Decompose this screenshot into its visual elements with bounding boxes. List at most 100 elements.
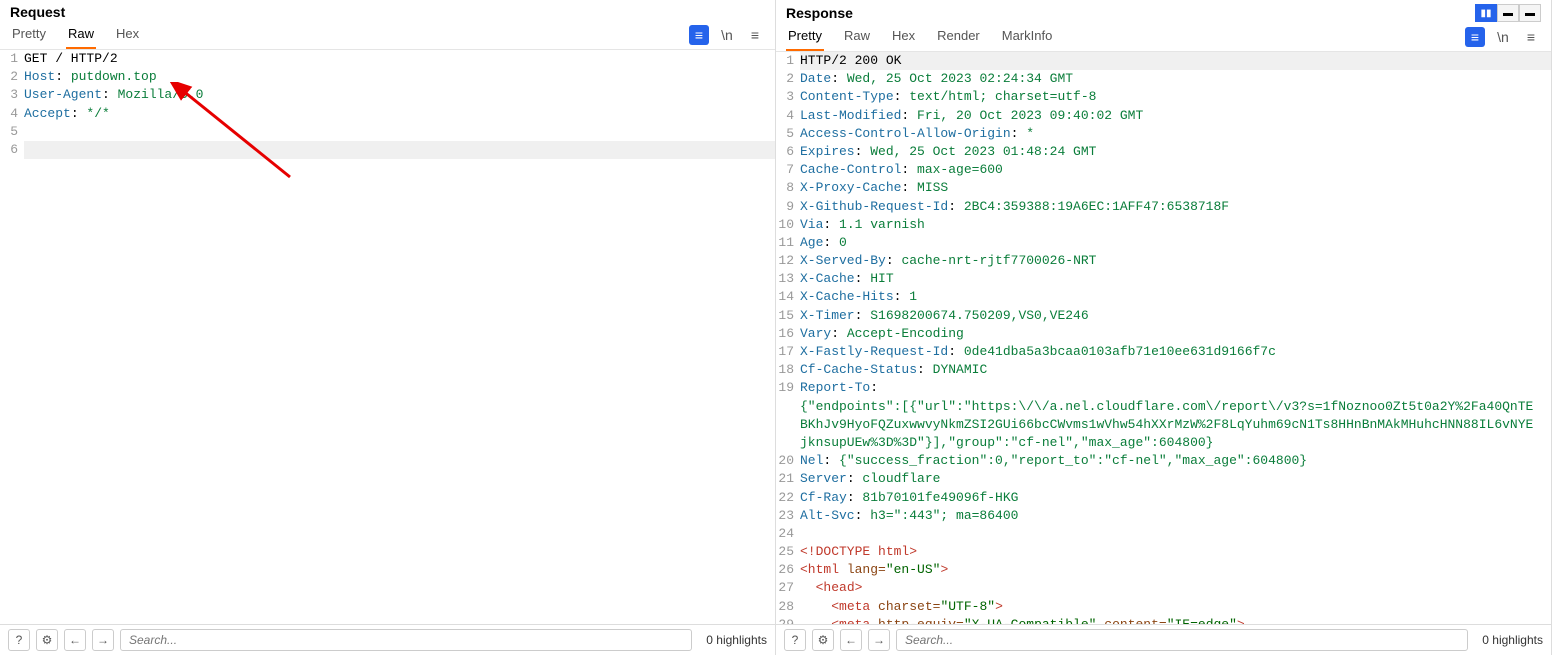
view-right-button[interactable]: ▬ [1519, 4, 1541, 22]
pretty-print-icon[interactable]: ≡ [689, 25, 709, 45]
line-content[interactable]: Host: putdown.top [24, 68, 775, 86]
line-content[interactable]: Cf-Cache-Status: DYNAMIC [800, 361, 1551, 379]
editor-line[interactable]: 5 [0, 123, 775, 141]
gear-icon[interactable]: ⚙ [812, 629, 834, 651]
line-content[interactable]: Vary: Accept-Encoding [800, 325, 1551, 343]
request-editor[interactable]: 1GET / HTTP/22Host: putdown.top3User-Age… [0, 50, 775, 624]
editor-line[interactable]: 4Last-Modified: Fri, 20 Oct 2023 09:40:0… [776, 107, 1551, 125]
editor-line[interactable]: 26<html lang="en-US"> [776, 561, 1551, 579]
editor-line[interactable]: 15X-Timer: S1698200674.750209,VS0,VE246 [776, 307, 1551, 325]
hamburger-icon[interactable]: ≡ [745, 25, 765, 45]
editor-line[interactable]: 5Access-Control-Allow-Origin: * [776, 125, 1551, 143]
editor-line[interactable]: 29 <meta http-equiv="X-UA-Compatible" co… [776, 616, 1551, 624]
line-content[interactable]: Last-Modified: Fri, 20 Oct 2023 09:40:02… [800, 107, 1551, 125]
left-arrow-icon[interactable]: ← [64, 629, 86, 651]
editor-line[interactable]: 19Report-To: [776, 379, 1551, 397]
line-content[interactable]: X-Timer: S1698200674.750209,VS0,VE246 [800, 307, 1551, 325]
line-content[interactable]: Cache-Control: max-age=600 [800, 161, 1551, 179]
editor-line[interactable]: 11Age: 0 [776, 234, 1551, 252]
editor-line[interactable]: 3Content-Type: text/html; charset=utf-8 [776, 88, 1551, 106]
line-content[interactable]: X-Cache: HIT [800, 270, 1551, 288]
line-content[interactable] [24, 141, 775, 159]
request-search-input[interactable] [120, 629, 692, 651]
request-tab-pretty[interactable]: Pretty [10, 20, 48, 49]
editor-line[interactable]: 1GET / HTTP/2 [0, 50, 775, 68]
editor-line[interactable]: 23Alt-Svc: h3=":443"; ma=86400 [776, 507, 1551, 525]
line-content[interactable]: X-Github-Request-Id: 2BC4:359388:19A6EC:… [800, 198, 1551, 216]
editor-line[interactable]: 21Server: cloudflare [776, 470, 1551, 488]
line-content[interactable]: Cf-Ray: 81b70101fe49096f-HKG [800, 489, 1551, 507]
editor-line[interactable]: 22Cf-Ray: 81b70101fe49096f-HKG [776, 489, 1551, 507]
editor-line[interactable]: 17X-Fastly-Request-Id: 0de41dba5a3bcaa01… [776, 343, 1551, 361]
response-search-input[interactable] [896, 629, 1468, 651]
editor-line[interactable]: 9X-Github-Request-Id: 2BC4:359388:19A6EC… [776, 198, 1551, 216]
right-arrow-icon[interactable]: → [868, 629, 890, 651]
line-content[interactable]: GET / HTTP/2 [24, 50, 775, 68]
editor-line[interactable]: 18Cf-Cache-Status: DYNAMIC [776, 361, 1551, 379]
line-content[interactable]: X-Cache-Hits: 1 [800, 288, 1551, 306]
newline-toggle-icon[interactable]: \n [1493, 27, 1513, 47]
editor-line[interactable]: 6Expires: Wed, 25 Oct 2023 01:48:24 GMT [776, 143, 1551, 161]
line-content[interactable]: {"endpoints":[{"url":"https:\/\/a.nel.cl… [800, 398, 1551, 453]
line-content[interactable]: Access-Control-Allow-Origin: * [800, 125, 1551, 143]
response-tab-raw[interactable]: Raw [842, 22, 872, 51]
editor-line[interactable]: 3User-Agent: Mozilla/5.0 [0, 86, 775, 104]
line-content[interactable]: Date: Wed, 25 Oct 2023 02:24:34 GMT [800, 70, 1551, 88]
line-content[interactable]: <head> [800, 579, 1551, 597]
editor-line[interactable]: 12X-Served-By: cache-nrt-rjtf7700026-NRT [776, 252, 1551, 270]
editor-line[interactable]: 14X-Cache-Hits: 1 [776, 288, 1551, 306]
line-content[interactable] [800, 525, 1551, 543]
editor-line[interactable]: 25<!DOCTYPE html> [776, 543, 1551, 561]
line-content[interactable]: Age: 0 [800, 234, 1551, 252]
line-content[interactable]: Expires: Wed, 25 Oct 2023 01:48:24 GMT [800, 143, 1551, 161]
right-arrow-icon[interactable]: → [92, 629, 114, 651]
pretty-print-icon[interactable]: ≡ [1465, 27, 1485, 47]
line-content[interactable]: X-Proxy-Cache: MISS [800, 179, 1551, 197]
response-tab-render[interactable]: Render [935, 22, 982, 51]
editor-line[interactable]: 13X-Cache: HIT [776, 270, 1551, 288]
gear-icon[interactable]: ⚙ [36, 629, 58, 651]
editor-line[interactable]: 27 <head> [776, 579, 1551, 597]
line-content[interactable] [24, 123, 775, 141]
line-content[interactable]: Nel: {"success_fraction":0,"report_to":"… [800, 452, 1551, 470]
line-content[interactable]: <meta http-equiv="X-UA-Compatible" conte… [800, 616, 1551, 624]
editor-line[interactable]: 28 <meta charset="UTF-8"> [776, 598, 1551, 616]
editor-line[interactable]: 6 [0, 141, 775, 159]
request-tab-raw[interactable]: Raw [66, 20, 96, 49]
help-icon[interactable]: ? [8, 629, 30, 651]
line-content[interactable]: Server: cloudflare [800, 470, 1551, 488]
line-content[interactable]: Alt-Svc: h3=":443"; ma=86400 [800, 507, 1551, 525]
line-content[interactable]: Report-To: [800, 379, 1551, 397]
line-content[interactable]: Via: 1.1 varnish [800, 216, 1551, 234]
view-left-button[interactable]: ▬ [1497, 4, 1519, 22]
view-both-button[interactable]: ▮▮ [1475, 4, 1497, 22]
editor-line[interactable]: 24 [776, 525, 1551, 543]
response-editor[interactable]: 1HTTP/2 200 OK2Date: Wed, 25 Oct 2023 02… [776, 52, 1551, 624]
editor-line[interactable]: 20Nel: {"success_fraction":0,"report_to"… [776, 452, 1551, 470]
editor-line[interactable]: 2Host: putdown.top [0, 68, 775, 86]
editor-line[interactable]: 10Via: 1.1 varnish [776, 216, 1551, 234]
hamburger-icon[interactable]: ≡ [1521, 27, 1541, 47]
line-content[interactable]: <html lang="en-US"> [800, 561, 1551, 579]
newline-toggle-icon[interactable]: \n [717, 25, 737, 45]
left-arrow-icon[interactable]: ← [840, 629, 862, 651]
response-tab-hex[interactable]: Hex [890, 22, 917, 51]
response-tab-markinfo[interactable]: MarkInfo [1000, 22, 1055, 51]
line-content[interactable]: <!DOCTYPE html> [800, 543, 1551, 561]
line-content[interactable]: X-Served-By: cache-nrt-rjtf7700026-NRT [800, 252, 1551, 270]
editor-line[interactable]: 2Date: Wed, 25 Oct 2023 02:24:34 GMT [776, 70, 1551, 88]
line-content[interactable]: User-Agent: Mozilla/5.0 [24, 86, 775, 104]
editor-line[interactable]: 1HTTP/2 200 OK [776, 52, 1551, 70]
help-icon[interactable]: ? [784, 629, 806, 651]
line-content[interactable]: HTTP/2 200 OK [800, 52, 1551, 70]
line-content[interactable]: X-Fastly-Request-Id: 0de41dba5a3bcaa0103… [800, 343, 1551, 361]
editor-line[interactable]: 4Accept: */* [0, 105, 775, 123]
editor-line[interactable]: 7Cache-Control: max-age=600 [776, 161, 1551, 179]
response-tab-pretty[interactable]: Pretty [786, 22, 824, 51]
editor-line[interactable]: 8X-Proxy-Cache: MISS [776, 179, 1551, 197]
line-content[interactable]: Content-Type: text/html; charset=utf-8 [800, 88, 1551, 106]
line-content[interactable]: Accept: */* [24, 105, 775, 123]
request-tab-hex[interactable]: Hex [114, 20, 141, 49]
editor-line[interactable]: 16Vary: Accept-Encoding [776, 325, 1551, 343]
editor-line[interactable]: {"endpoints":[{"url":"https:\/\/a.nel.cl… [776, 398, 1551, 453]
